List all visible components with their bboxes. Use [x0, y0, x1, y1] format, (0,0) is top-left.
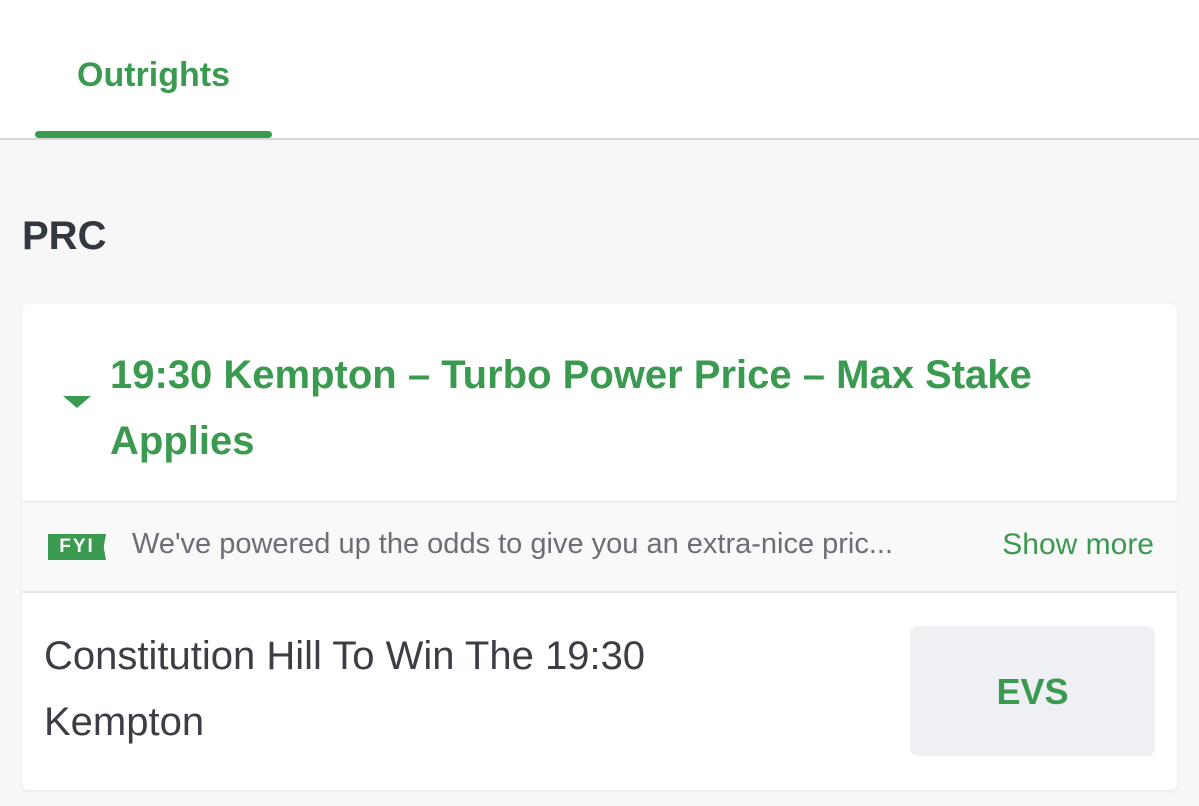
tab-outrights[interactable]: Outrights — [35, 0, 272, 138]
selection-row: Constitution Hill To Win The 19:30 Kempt… — [22, 593, 1177, 790]
selection-name: Constitution Hill To Win The 19:30 Kempt… — [44, 634, 646, 744]
fyi-badge: FYI — [48, 534, 106, 560]
price-label: EVS — [996, 671, 1069, 712]
caret-down-icon[interactable] — [63, 396, 91, 408]
fyi-banner: FYI We've powered up the odds to give yo… — [22, 502, 1177, 593]
market-title: 19:30 Kempton – Turbo Power Price – Max … — [110, 353, 1032, 463]
market-header[interactable]: 19:30 Kempton – Turbo Power Price – Max … — [22, 304, 1177, 502]
tab-bar: Outrights — [0, 0, 1199, 140]
section-title: PRC — [22, 214, 107, 258]
show-more-link[interactable]: Show more — [1002, 528, 1154, 562]
market-card: 19:30 Kempton – Turbo Power Price – Max … — [22, 304, 1177, 790]
fyi-text: We've powered up the odds to give you an… — [132, 528, 894, 560]
tab-outrights-label: Outrights — [77, 56, 230, 94]
page: Outrights PRC 19:30 Kempton – Turbo Powe… — [0, 0, 1199, 806]
price-button[interactable]: EVS — [910, 626, 1155, 756]
active-tab-indicator — [35, 131, 272, 138]
